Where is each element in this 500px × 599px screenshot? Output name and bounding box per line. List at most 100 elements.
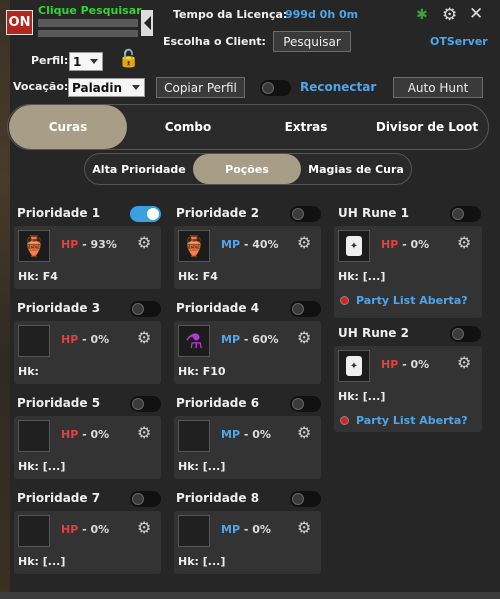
party-list-option[interactable]: Party List Aberta? [340, 294, 468, 307]
close-icon[interactable]: ✕ [469, 4, 483, 24]
priority-toggle[interactable] [290, 301, 321, 317]
toggle-knob [292, 398, 304, 410]
party-label: Party List Aberta? [356, 294, 468, 307]
tab-divisor-de-loot[interactable]: Divisor de Loot [368, 105, 486, 149]
priority-toggle[interactable] [290, 491, 321, 507]
copy-profile-button[interactable]: Copiar Perfil [156, 77, 245, 98]
hotkey-label: Hk: [...] [18, 460, 66, 473]
stat-value: 0% [410, 358, 430, 371]
priority-toggle[interactable] [290, 206, 321, 222]
main-tab-bar: Curas Combo Extras Divisor de Loot [7, 104, 489, 150]
search-button[interactable]: Pesquisar [273, 31, 351, 52]
item-slot[interactable]: 🏺 [178, 230, 210, 262]
item-slot[interactable] [18, 325, 50, 357]
toggle-knob [132, 398, 144, 410]
bug-icon[interactable]: ✱ [416, 7, 428, 23]
stat-line: HP - 0% [61, 523, 110, 536]
chevron-left-icon [143, 16, 151, 30]
toggle-knob [292, 303, 304, 315]
gear-icon[interactable]: ⚙ [137, 233, 151, 252]
gear-icon[interactable]: ⚙ [442, 5, 457, 25]
gear-icon[interactable]: ⚙ [457, 353, 471, 372]
hotkey-label: Hk: [...] [178, 555, 226, 568]
gear-icon[interactable]: ⚙ [137, 518, 151, 537]
tab-curas[interactable]: Curas [9, 105, 127, 149]
item-slot[interactable]: ✦ [338, 230, 370, 262]
toggle-knob [452, 208, 464, 220]
background-edge [0, 0, 10, 599]
gear-icon[interactable]: ⚙ [297, 518, 311, 537]
tab-alta-prioridade[interactable]: Alta Prioridade [87, 154, 191, 184]
auto-hunt-button[interactable]: Auto Hunt [393, 77, 483, 98]
profile-select[interactable]: 1 [69, 52, 103, 71]
tab-combo[interactable]: Combo [133, 105, 243, 149]
priority-title: Prioridade 5 [17, 396, 101, 410]
profile-value: 1 [73, 54, 82, 69]
hotkey-label: Hk: [...] [18, 555, 66, 568]
gear-icon[interactable]: ⚙ [137, 328, 151, 347]
party-label: Party List Aberta? [356, 414, 468, 427]
rune-title: UH Rune 2 [338, 326, 409, 340]
tab-magias-de-cura[interactable]: Magias de Cura [303, 154, 409, 184]
lock-icon[interactable]: 🔓 [118, 49, 139, 69]
party-list-option[interactable]: Party List Aberta? [340, 414, 468, 427]
priority-title: Prioridade 1 [17, 206, 101, 220]
stat-value: 0% [90, 523, 110, 536]
stat-value: 0% [410, 238, 430, 251]
priority-toggle[interactable] [130, 206, 161, 222]
hotkey-label: Hk: [...] [178, 460, 226, 473]
rune-toggle[interactable] [450, 326, 481, 342]
status-bar [38, 30, 138, 37]
click-search-label: Clique Pesquisar [38, 4, 142, 17]
gear-icon[interactable]: ⚙ [137, 423, 151, 442]
stat-value: 0% [252, 523, 271, 536]
license-value: 999d 0h 0m [285, 8, 359, 21]
priority-title: Prioridade 3 [17, 301, 101, 315]
item-slot[interactable] [18, 420, 50, 452]
bottom-strip [0, 592, 500, 599]
item-slot[interactable]: 🏺 [18, 230, 50, 262]
stat-type: HP [61, 333, 79, 346]
priority-card: HP - 0% ⚙ Hk: [...] [14, 416, 161, 479]
item-slot[interactable]: ⚗ [178, 325, 210, 357]
reconnect-toggle[interactable] [260, 80, 291, 96]
hotkey-label: Hk: F4 [178, 270, 218, 283]
item-slot[interactable] [178, 515, 210, 547]
item-slot[interactable] [18, 515, 50, 547]
stat-type: HP [61, 428, 79, 441]
priority-title: Prioridade 4 [176, 301, 260, 315]
tab-extras[interactable]: Extras [251, 105, 361, 149]
profile-label: Perfil: [31, 54, 69, 67]
priority-title: Prioridade 7 [17, 491, 101, 505]
stat-type: MP [221, 238, 241, 251]
tab-pocoes[interactable]: Poções [193, 154, 301, 184]
rune-icon: ✦ [346, 236, 362, 256]
item-slot[interactable]: ✦ [338, 350, 370, 382]
on-button[interactable]: ON [6, 10, 33, 35]
stat-type: MP [221, 523, 241, 536]
toggle-knob [132, 493, 144, 505]
status-bar [38, 19, 138, 27]
toggle-knob [292, 208, 304, 220]
gear-icon[interactable]: ⚙ [297, 233, 311, 252]
priority-toggle[interactable] [130, 396, 161, 412]
stat-line: MP - 40% [221, 238, 279, 251]
priority-toggle[interactable] [290, 396, 321, 412]
priority-card: 🏺 HP - 93% ⚙ Hk: F4 [14, 226, 161, 289]
gear-icon[interactable]: ⚙ [457, 233, 471, 252]
priority-card: HP - 0% ⚙ Hk: [14, 321, 161, 384]
item-slot[interactable] [178, 420, 210, 452]
collapse-button[interactable] [141, 10, 153, 36]
vocation-label: Vocação: [13, 80, 69, 93]
stat-value: 0% [90, 428, 110, 441]
gear-icon[interactable]: ⚙ [297, 328, 311, 347]
rune-toggle[interactable] [450, 206, 481, 222]
stat-value: 40% [252, 238, 279, 251]
gear-icon[interactable]: ⚙ [297, 423, 311, 442]
vocation-select[interactable]: Paladin [68, 78, 145, 97]
priority-toggle[interactable] [130, 491, 161, 507]
stat-type: HP [381, 238, 399, 251]
priority-toggle[interactable] [130, 301, 161, 317]
stat-type: HP [61, 523, 79, 536]
reconnect-label: Reconectar [300, 80, 377, 94]
